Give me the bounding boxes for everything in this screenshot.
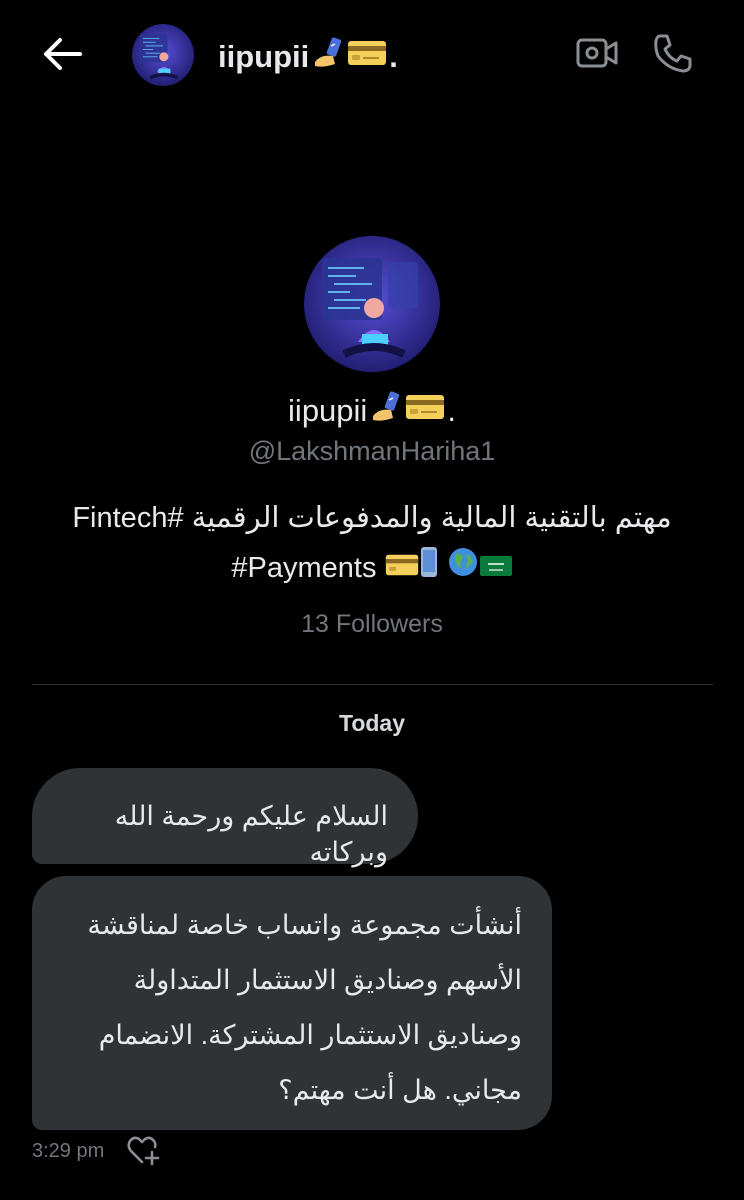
header-avatar[interactable] bbox=[132, 24, 194, 86]
credit-card-emoji-icon bbox=[405, 392, 445, 430]
message-bubble[interactable]: أنشأت مجموعة واتساب خاصة لمناقشة الأسهم … bbox=[32, 876, 552, 1130]
header-name[interactable]: iipupii . bbox=[218, 36, 398, 78]
video-call-button[interactable] bbox=[574, 34, 620, 76]
followers-count[interactable]: 13 Followers bbox=[0, 610, 744, 639]
message-timestamp: 3:29 pm bbox=[32, 1140, 105, 1162]
voice-call-button[interactable] bbox=[650, 32, 696, 78]
globe-emoji-icon bbox=[447, 544, 479, 594]
mobile-phone-emoji-icon bbox=[419, 544, 439, 594]
bio-line-2: #Payments bbox=[60, 543, 684, 594]
video-camera-icon bbox=[576, 36, 618, 75]
payments-hashtag[interactable]: #Payments bbox=[231, 552, 376, 584]
profile-display-name: iipupii . bbox=[288, 390, 456, 432]
header-name-suffix: . bbox=[389, 39, 398, 74]
saudi-flag-emoji-icon bbox=[479, 544, 513, 594]
day-separator-label: Today bbox=[338, 710, 406, 736]
arrow-left-icon bbox=[42, 37, 82, 76]
message-text: أنشأت مجموعة واتساب خاصة لمناقشة الأسهم … bbox=[87, 910, 522, 1105]
calling-phone-emoji-icon bbox=[369, 390, 403, 432]
header-name-text: iipupii bbox=[218, 39, 310, 74]
calling-phone-emoji-icon bbox=[311, 36, 345, 78]
profile-handle: @LakshmanHariha1 bbox=[248, 436, 496, 466]
profile-bio: مهتم بالتقنية المالية والمدفوعات الرقمية… bbox=[0, 493, 744, 594]
message-text: السلام عليكم ورحمة الله وبركاته bbox=[114, 801, 388, 867]
heart-plus-icon bbox=[126, 1134, 160, 1171]
bio-line-1: مهتم بالتقنية المالية والمدفوعات الرقمية… bbox=[72, 502, 672, 534]
profile-name-text: iipupii bbox=[288, 393, 368, 428]
avatar-illustration bbox=[132, 24, 194, 86]
avatar-illustration bbox=[304, 236, 440, 372]
section-divider bbox=[32, 684, 713, 685]
conversation-header: iipupii . bbox=[0, 0, 744, 110]
add-reaction-button[interactable] bbox=[126, 1136, 160, 1168]
profile-card[interactable]: iipupii . @LakshmanHariha1 مهتم بالتقنية… bbox=[0, 236, 744, 639]
credit-card-emoji-icon bbox=[385, 544, 419, 594]
profile-avatar[interactable] bbox=[304, 236, 440, 372]
message-bubble[interactable]: السلام عليكم ورحمة الله وبركاته bbox=[32, 768, 418, 867]
dm-conversation-screen: iipupii . iipupii . @LakshmanHariha1 مهت… bbox=[0, 0, 744, 1200]
back-button[interactable] bbox=[40, 34, 84, 78]
phone-icon bbox=[652, 32, 694, 79]
profile-name-suffix: . bbox=[447, 393, 456, 428]
credit-card-emoji-icon bbox=[347, 38, 387, 76]
